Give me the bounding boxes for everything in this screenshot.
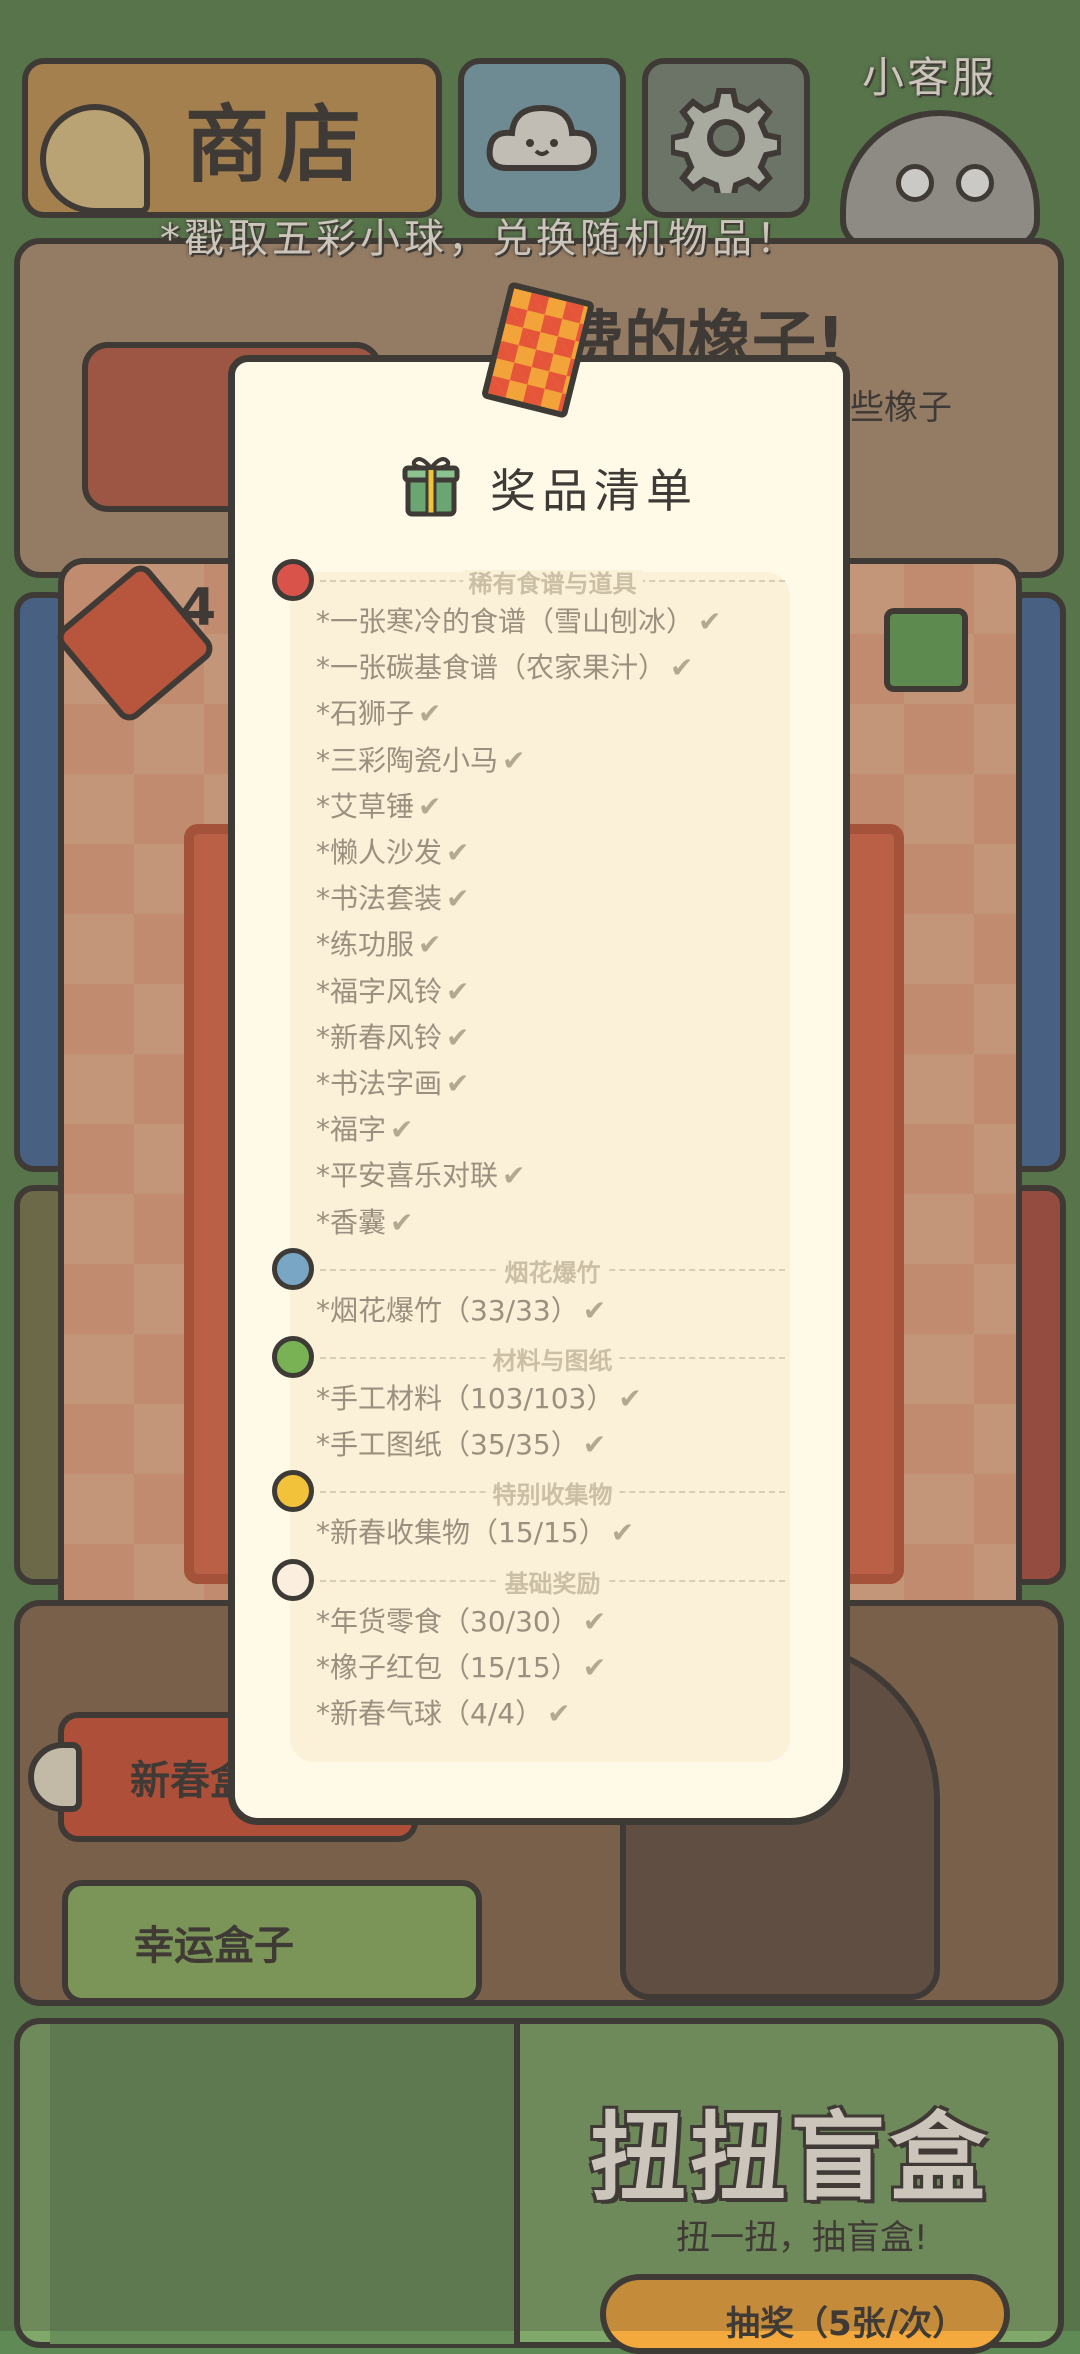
prize-list-item: *艾草锤 ✔ (316, 785, 441, 825)
prize-item-label: *一张碳基食谱（农家果汁） (316, 651, 667, 685)
prize-item-label: *烟花爆竹（33/33） (316, 1293, 579, 1327)
check-icon: ✔ (446, 1020, 470, 1054)
check-icon: ✔ (446, 836, 470, 869)
prize-item-label: *三彩陶瓷小马 (316, 743, 499, 777)
prize-item-label: *新春风铃 (316, 1020, 443, 1054)
prize-list-item: *三彩陶瓷小马 ✔ (316, 739, 525, 779)
section-label-text: 稀有食谱与道具 (462, 570, 643, 598)
section-label-text: 基础奖励 (498, 1569, 607, 1598)
section-label: 基础奖励 (320, 1564, 785, 1599)
check-icon: ✔ (418, 697, 442, 731)
prize-item-label: *年货零食（30/30） (316, 1604, 579, 1638)
prize-item-label: *香囊 (316, 1205, 387, 1239)
section-label: 特别收集物 (320, 1475, 785, 1510)
prize-item-label: *新春收集物（15/15） (316, 1516, 607, 1550)
prize-item-label: *手工图纸（35/35） (316, 1428, 579, 1462)
check-icon: ✔ (698, 605, 722, 638)
prize-item-label: *新春气球（4/4） (316, 1697, 544, 1730)
prize-list-item: *练功服 ✔ (316, 923, 441, 963)
prize-item-label: *艾草锤 (316, 789, 415, 823)
prize-list-item: *手工图纸（35/35） ✔ (316, 1423, 606, 1463)
prize-list-item: *手工材料（103/103） ✔ (316, 1377, 642, 1417)
check-icon: ✔ (446, 1067, 470, 1100)
section-ball-icon (272, 559, 314, 601)
check-icon: ✔ (446, 974, 470, 1008)
prize-item-label: *书法套装 (316, 882, 443, 916)
gift-icon (402, 452, 460, 522)
prize-list-item: *平安喜乐对联 ✔ (316, 1154, 525, 1194)
check-icon: ✔ (582, 1650, 607, 1684)
prize-list-item: *书法字画 ✔ (316, 1062, 469, 1102)
prize-list-item: *橡子红包（15/15） ✔ (316, 1646, 606, 1686)
section-label-text: 烟花爆竹 (498, 1258, 607, 1287)
prize-item-label: *一张寒冷的食谱（雪山刨冰） (316, 605, 695, 638)
section-label: 稀有食谱与道具 (320, 564, 785, 599)
check-icon: ✔ (446, 882, 470, 916)
check-icon: ✔ (582, 1428, 607, 1462)
section-ball-icon (272, 1247, 314, 1290)
check-icon: ✔ (502, 1159, 526, 1193)
check-icon: ✔ (582, 1604, 607, 1638)
prize-item-label: *平安喜乐对联 (316, 1159, 499, 1193)
check-icon: ✔ (618, 1382, 642, 1415)
check-icon: ✔ (418, 928, 442, 962)
prize-item-label: *手工材料（103/103） (316, 1382, 615, 1415)
prize-item-label: *书法字画 (316, 1067, 443, 1100)
prize-list-item: *懒人沙发 ✔ (316, 831, 469, 871)
check-icon: ✔ (582, 1293, 607, 1327)
section-label: 烟花爆竹 (320, 1253, 785, 1288)
check-icon: ✔ (547, 1697, 571, 1730)
prize-list-item: *新春风铃 ✔ (316, 1016, 469, 1056)
prize-list-item: *烟花爆竹（33/33） ✔ (316, 1289, 606, 1329)
check-icon: ✔ (670, 651, 694, 685)
prize-list-item: *年货零食（30/30） ✔ (316, 1600, 606, 1640)
prize-list-item: *书法套装 ✔ (316, 877, 469, 917)
prize-item-label: *橡子红包（15/15） (316, 1650, 579, 1684)
prize-list-item: *新春收集物（15/15） ✔ (316, 1511, 634, 1551)
prize-list-item: *一张寒冷的食谱（雪山刨冰） ✔ (316, 600, 721, 640)
prize-item-label: *练功服 (316, 928, 415, 962)
prize-list-title: 奖品清单 (490, 464, 698, 518)
prize-list-item: *石狮子 ✔ (316, 692, 441, 732)
section-ball-icon (272, 1336, 314, 1378)
section-label: 材料与图纸 (320, 1341, 785, 1376)
prize-item-label: *福字风铃 (316, 974, 443, 1008)
check-icon: ✔ (390, 1113, 414, 1147)
prize-list-item: *新春气球（4/4） ✔ (316, 1692, 571, 1732)
check-icon: ✔ (502, 743, 526, 777)
section-label-text: 特别收集物 (486, 1481, 619, 1510)
section-label-text: 材料与图纸 (486, 1347, 619, 1375)
prize-list-item: *福字风铃 ✔ (316, 970, 469, 1010)
prize-item-label: *石狮子 (316, 697, 415, 731)
section-ball-icon (272, 1558, 314, 1601)
prize-list-item: *福字 ✔ (316, 1108, 413, 1148)
check-icon: ✔ (390, 1205, 414, 1239)
prize-item-label: *福字 (316, 1113, 387, 1147)
check-icon: ✔ (418, 789, 442, 823)
prize-item-label: *懒人沙发 (316, 836, 443, 869)
prize-list-item: *香囊 ✔ (316, 1201, 413, 1241)
check-icon: ✔ (610, 1516, 635, 1550)
prize-list-item: *一张碳基食谱（农家果汁） ✔ (316, 646, 693, 686)
